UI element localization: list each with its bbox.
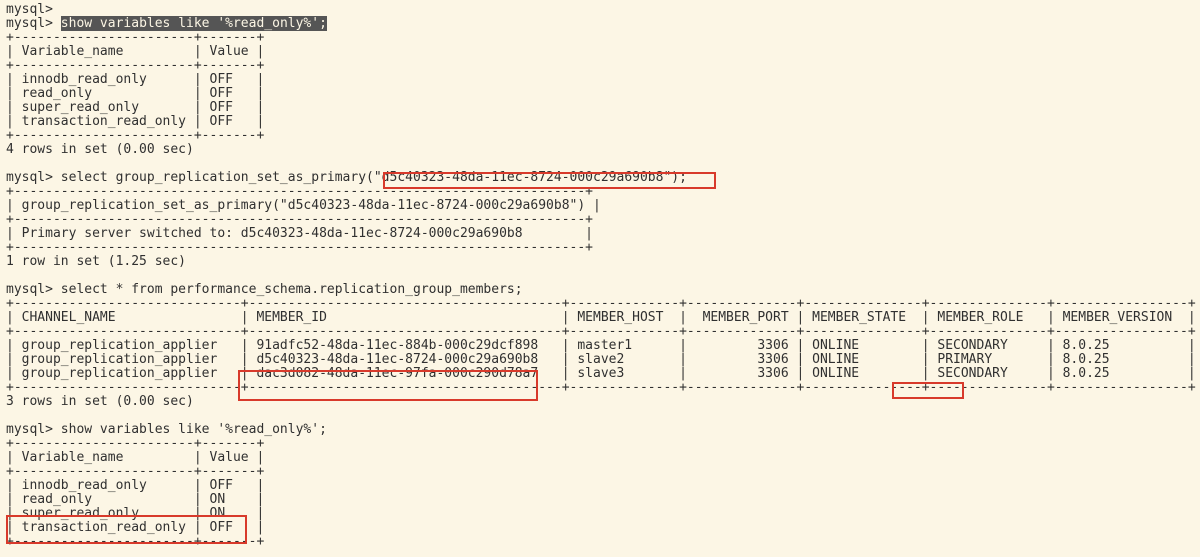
terminal-output: mysql> mysql> show variables like '%read… <box>0 0 1200 555</box>
cmd2-arg: "d5c40323-48da-11ec-8724-000c29a690b8"); <box>374 170 687 185</box>
selected-command: show variables like '%read_only%'; <box>61 16 327 31</box>
